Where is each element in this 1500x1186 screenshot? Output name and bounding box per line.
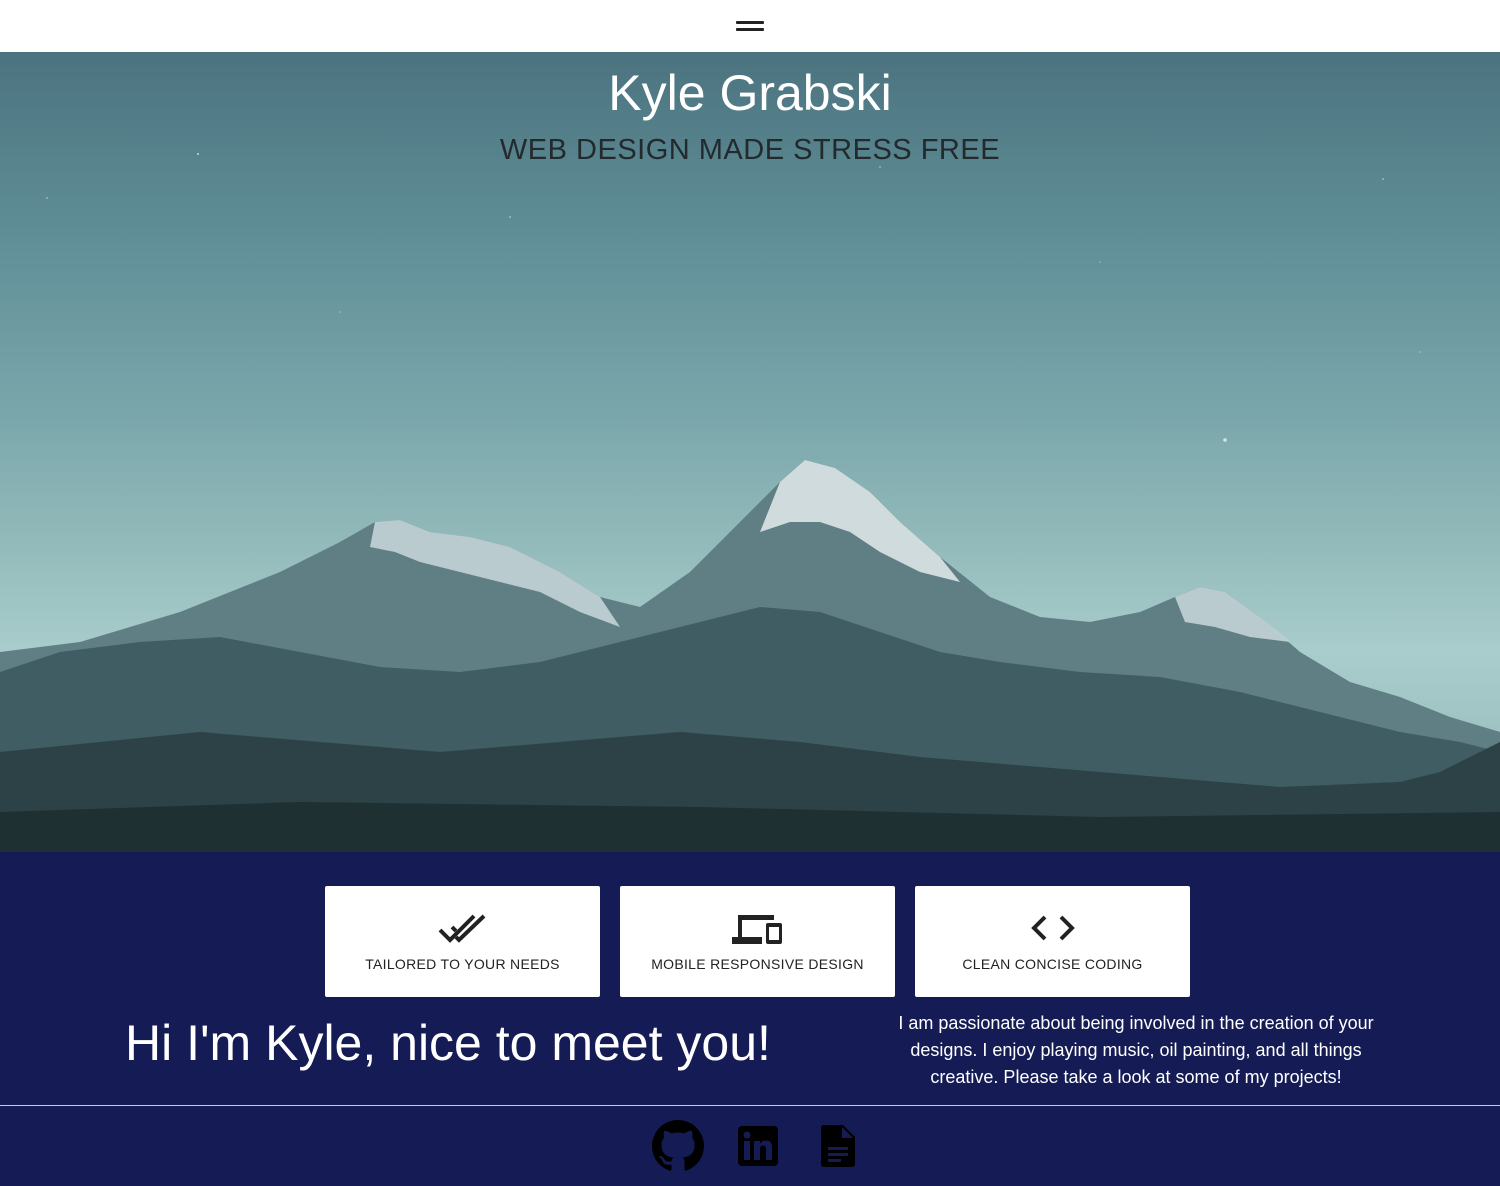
github-icon[interactable] [652, 1120, 704, 1172]
hamburger-menu-icon[interactable] [735, 16, 765, 36]
devices-icon [731, 912, 784, 944]
intro-greeting: Hi I'm Kyle, nice to meet you! [125, 1015, 771, 1071]
feature-label: TAILORED TO YOUR NEEDS [365, 956, 560, 972]
hero-subtitle: WEB DESIGN MADE STRESS FREE [499, 134, 1001, 166]
feature-label: MOBILE RESPONSIVE DESIGN [651, 956, 864, 972]
double-check-icon [438, 912, 488, 944]
code-icon [1030, 912, 1075, 944]
linkedin-icon[interactable] [732, 1120, 784, 1172]
features-section: TAILORED TO YOUR NEEDS MOBILE RESPONSIVE… [0, 852, 1500, 1105]
feature-card-tailored: TAILORED TO YOUR NEEDS [325, 886, 600, 997]
hero-title: Kyle Grabski [608, 65, 892, 121]
intro-about-text: I am passionate about being involved in … [898, 1013, 1374, 1087]
mountain-background-image [0, 153, 1500, 852]
footer [0, 1106, 1500, 1186]
hero-section: Kyle Grabski WEB DESIGN MADE STRESS FREE [0, 52, 1500, 852]
document-icon[interactable] [812, 1120, 864, 1172]
feature-card-mobile: MOBILE RESPONSIVE DESIGN [620, 886, 895, 997]
feature-label: CLEAN CONCISE CODING [962, 956, 1143, 972]
top-navbar [0, 0, 1500, 52]
feature-card-coding: CLEAN CONCISE CODING [915, 886, 1190, 997]
